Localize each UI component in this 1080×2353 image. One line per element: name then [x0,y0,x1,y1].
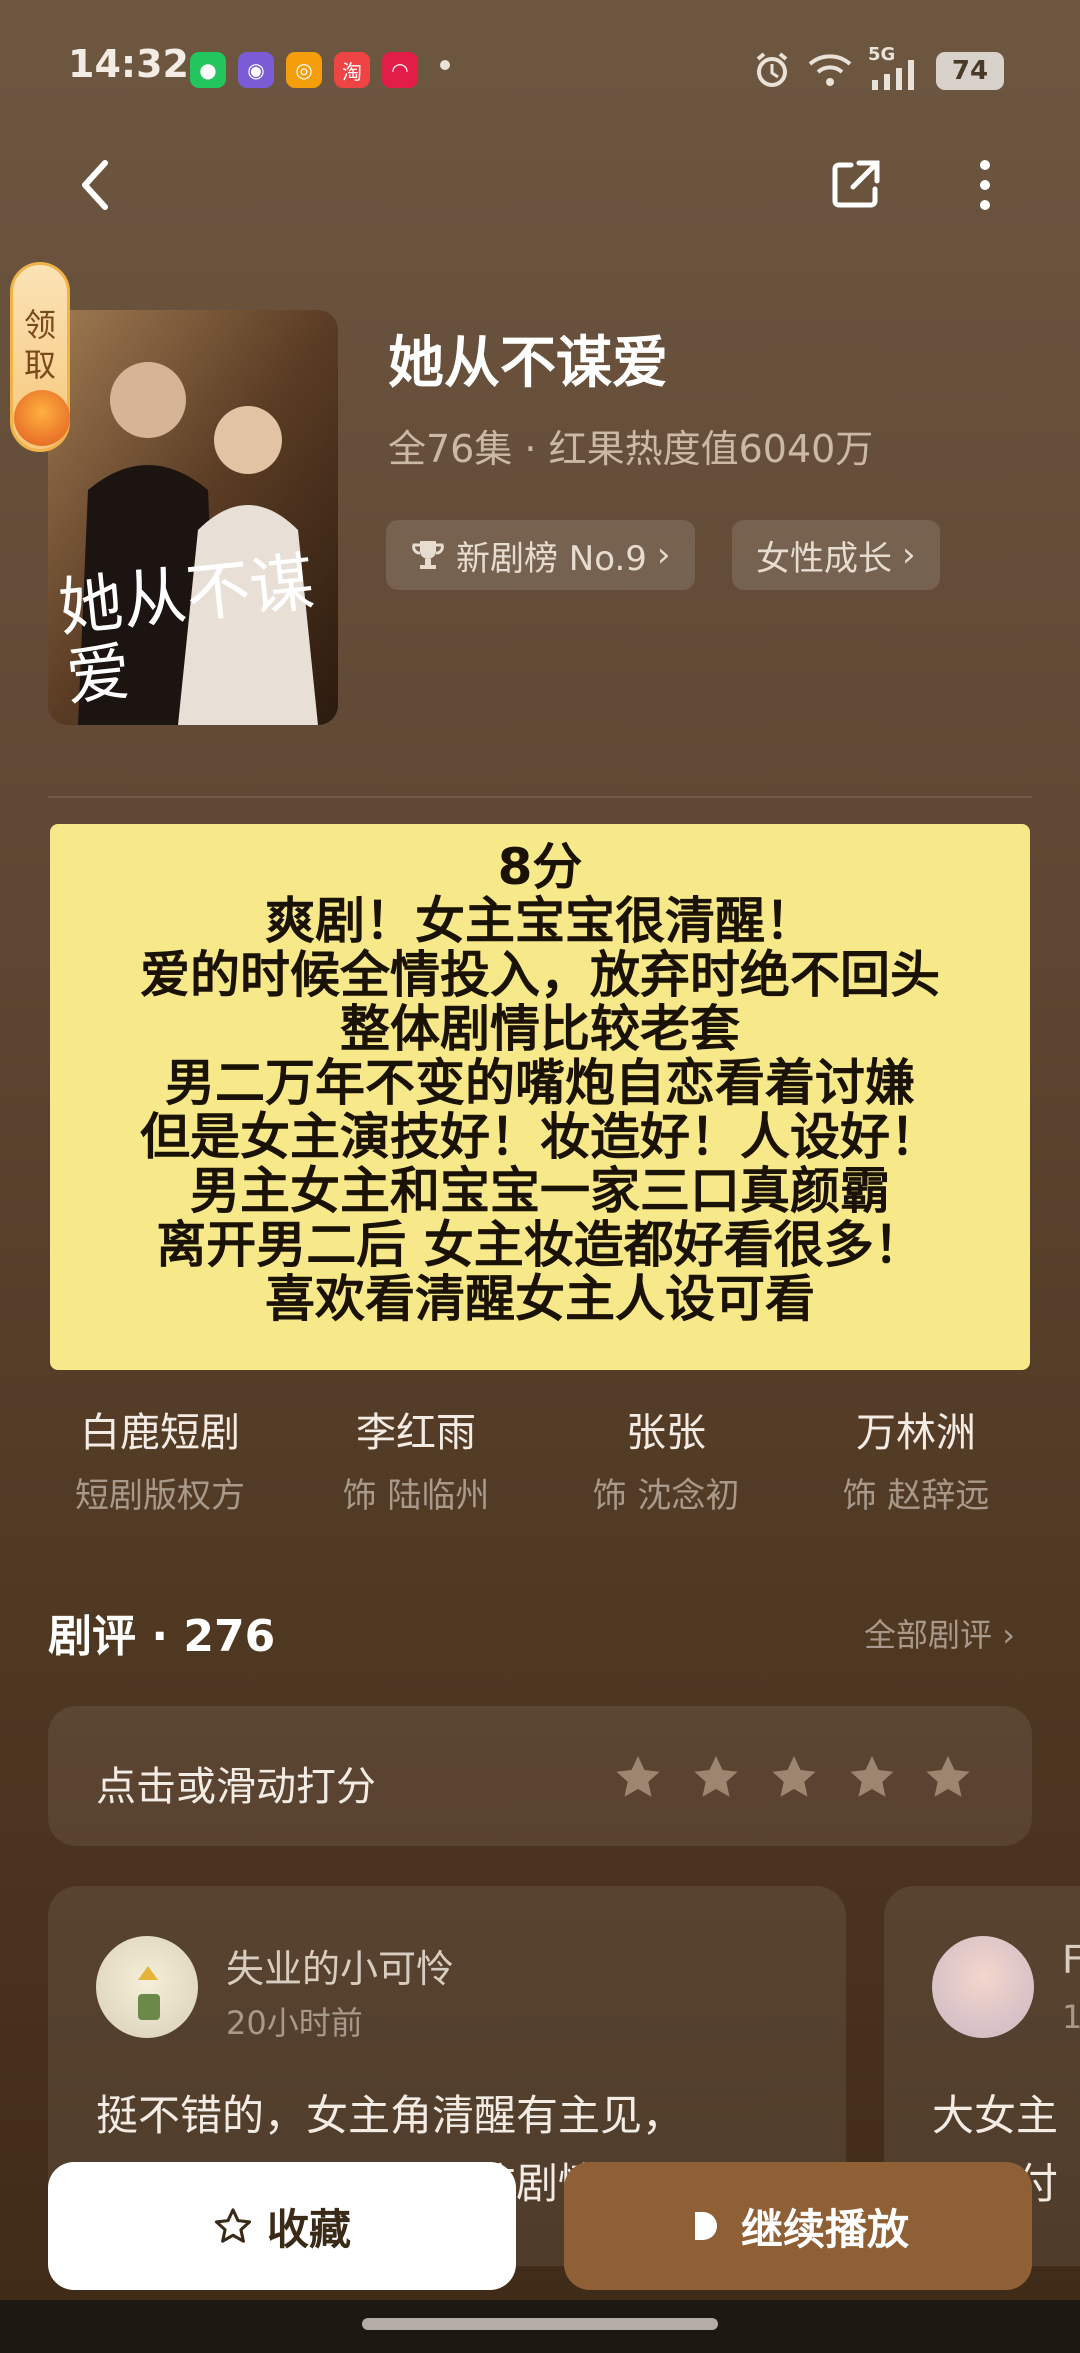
tag-genre[interactable]: 女性成长 › [732,520,940,590]
avatar [932,1936,1034,2038]
play-icon [694,2212,717,2240]
note-line: 8分 [497,838,583,896]
share-icon [832,160,880,208]
more-vertical-icon [980,160,990,210]
note-line: 爽剧！女主宝宝很清醒！ [265,892,815,950]
review-time: 20小时前 [226,2004,363,2042]
star-icon[interactable] [922,1752,974,1804]
star-icon[interactable] [768,1752,820,1804]
note-line: 男二万年不变的嘴炮自恋看着讨嫌 [165,1054,915,1112]
note-line: 离开男二后 女主妆造都好看很多！ [156,1216,924,1274]
tag-ranking[interactable]: 新剧榜 No.9 › [386,520,695,590]
drama-poster[interactable]: 她从不谋爱 [48,310,338,725]
all-reviews-link[interactable]: 全部剧评 › [864,1610,1015,1656]
weibo-icon: ◎ [286,52,322,88]
signal-icon [872,60,914,90]
star-icon[interactable] [690,1752,742,1804]
chevron-right-icon: › [656,535,671,575]
review-time: 1 [1062,1998,1080,2036]
status-bar: 14:32 ● ◉ ◎ 淘 ◠ 5G 74 [0,0,1080,140]
app-icon: ◠ [382,52,418,88]
cast-name[interactable]: 万林洲 [806,1400,1026,1458]
avatar [96,1936,198,2038]
favorite-label: 收藏 [266,2204,351,2254]
more-button[interactable] [950,150,1020,220]
all-reviews-label: 全部剧评 [864,1616,993,1654]
wifi-icon [808,54,852,86]
review-user: F [1062,1938,1080,1982]
drama-meta: 全76集 · 红果热度值6040万 [388,427,874,471]
chevron-right-icon: › [902,535,916,575]
cast-role: 饰 赵辞远 [842,1476,990,1516]
continue-play-label: 继续播放 [740,2204,909,2254]
poster-title: 她从不谋爱 [55,545,318,716]
note-line: 爱的时候全情投入，放弃时绝不回头 [140,946,940,1004]
tag-label: 女性成长 [756,538,892,579]
note-line: 但是女主演技好！妆造好！人设好！ [140,1108,940,1166]
cast-role: 短剧版权方 [75,1476,245,1516]
review-text: 大女主 [932,2091,1059,2140]
home-indicator[interactable] [362,2318,718,2330]
review-note-overlay: 8分 爽剧！女主宝宝很清醒！ 爱的时候全情投入，放弃时绝不回头 整体剧情比较老套… [50,824,1030,1370]
app-icon: ◉ [238,52,274,88]
taobao-icon: 淘 [334,52,370,88]
cast-name[interactable]: 白鹿短剧 [50,1400,270,1458]
share-button[interactable] [820,150,890,220]
cast-role: 饰 沈念初 [592,1476,740,1516]
cast-role: 饰 陆临州 [342,1476,490,1516]
status-time: 14:32 [68,42,189,86]
note-line: 男主女主和宝宝一家三口真颜霸 [190,1162,890,1220]
star-icon[interactable] [612,1752,664,1804]
avatar-image [138,1966,160,2020]
review-user: 失业的小可怜 [226,1947,455,1991]
star-outline-icon [214,2208,252,2243]
continue-play-button[interactable]: 继续播放 [564,2162,1032,2290]
drama-title: 她从不谋爱 [388,331,668,396]
alarm-icon [756,52,788,87]
review-text: 挺不错的，女主角清醒有主见， [96,2091,685,2140]
favorite-button[interactable]: 收藏 [48,2162,516,2290]
notification-dot [440,60,450,70]
cast-name[interactable]: 张张 [556,1400,776,1458]
rating-prompt: 点击或滑动打分 [96,1764,376,1810]
reviews-heading: 剧评 · 276 [48,1611,276,1662]
note-line: 喜欢看清醒女主人设可看 [265,1270,815,1328]
tag-label: 新剧榜 No.9 [456,538,647,579]
back-button[interactable] [60,150,130,220]
star-icon[interactable] [846,1752,898,1804]
battery-indicator: 74 [936,52,1004,90]
coin-icon [14,390,70,446]
cast-name[interactable]: 李红雨 [306,1400,526,1458]
chevron-left-icon [82,160,108,210]
divider [48,796,1032,798]
wechat-icon: ● [190,52,226,88]
note-line: 整体剧情比较老套 [340,1000,740,1058]
trophy-icon [412,541,444,569]
